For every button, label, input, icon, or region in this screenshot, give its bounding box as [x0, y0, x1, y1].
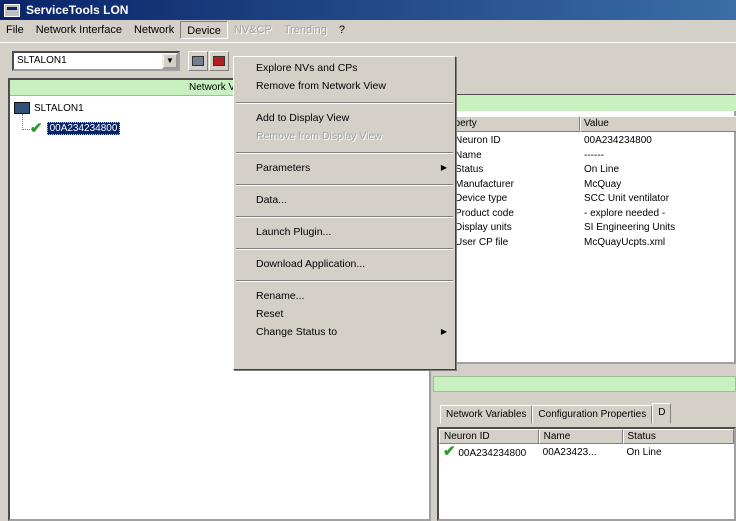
- menu-item-launch-plugin[interactable]: Launch Plugin...: [236, 224, 453, 242]
- property-value: McQuayUcpts.xml: [584, 236, 666, 248]
- open-network-button[interactable]: [188, 51, 208, 71]
- property-key: Manufacturer: [455, 178, 514, 190]
- tree-root-node[interactable]: SLTALON1: [14, 102, 84, 114]
- row-neuron-id-text: 00A234234800: [458, 447, 527, 459]
- menu-trending[interactable]: Trending: [278, 21, 333, 39]
- property-row: Name ------: [435, 149, 736, 164]
- menu-item-change-status-label: Change Status to: [256, 326, 338, 338]
- menu-item-parameters-label: Parameters: [256, 162, 311, 174]
- column-status[interactable]: Status: [622, 429, 734, 444]
- property-row: Manufacturer McQuay: [435, 178, 736, 193]
- close-network-button[interactable]: [209, 51, 229, 71]
- tree-device-label: 00A234234800: [46, 122, 121, 135]
- properties-pane: Property Value Neuron ID 00A234234800 Nam…: [433, 94, 736, 364]
- row-name: 00A23423...: [542, 446, 597, 458]
- network-icon: [192, 56, 204, 66]
- property-row: Device type SCC Unit ventilator: [435, 192, 736, 207]
- menu-bar: File Network Interface Network Device NV…: [0, 20, 736, 40]
- online-check-icon: ✔: [443, 442, 456, 460]
- properties-header-bar: [433, 95, 736, 111]
- menu-item-download-application[interactable]: Download Application...: [236, 256, 453, 274]
- menu-device[interactable]: Device: [180, 21, 228, 39]
- menu-separator: [236, 152, 453, 154]
- menu-help[interactable]: ?: [333, 21, 351, 39]
- menu-item-remove-from-network[interactable]: Remove from Network View: [236, 78, 453, 96]
- window-title: ServiceTools LON: [26, 3, 129, 17]
- menu-item-explore[interactable]: Explore NVs and CPs: [236, 60, 453, 78]
- online-check-icon: ✔: [30, 119, 43, 137]
- property-key: Neuron ID: [455, 135, 501, 146]
- disconnect-icon: [213, 56, 225, 66]
- column-name[interactable]: Name: [538, 429, 623, 444]
- title-bar: ServiceTools LON: [0, 0, 736, 20]
- property-key: Status: [455, 164, 484, 175]
- property-value: - explore needed -: [584, 207, 666, 219]
- submenu-arrow-icon: ▶: [440, 327, 447, 336]
- property-value: SCC Unit ventilator: [584, 193, 670, 204]
- device-list-header: Neuron ID Name Status: [439, 429, 734, 444]
- menu-item-add-to-display[interactable]: Add to Display View: [236, 110, 453, 128]
- menu-item-data[interactable]: Data...: [236, 192, 453, 210]
- tab-configuration-properties[interactable]: Configuration Properties: [532, 405, 653, 424]
- property-key: Device type: [455, 193, 508, 204]
- network-node-icon: [14, 102, 30, 114]
- property-key: User CP file: [455, 236, 509, 248]
- menu-item-parameters[interactable]: Parameters ▶: [236, 160, 453, 178]
- menu-separator: [236, 280, 453, 282]
- menu-network-interface[interactable]: Network Interface: [30, 21, 128, 39]
- property-row: Status On Line: [435, 163, 736, 178]
- property-key: Product code: [455, 207, 514, 219]
- tree-device-node[interactable]: ✔ 00A234234800: [30, 119, 121, 137]
- property-row: Display units SI Engineering Units: [435, 221, 736, 236]
- property-value: ------: [584, 149, 604, 161]
- property-value: 00A234234800: [584, 135, 652, 146]
- device-menu-dropdown: Explore NVs and CPs Remove from Network …: [233, 56, 456, 370]
- menu-network[interactable]: Network: [128, 21, 180, 39]
- network-combo-value: SLTALON1: [17, 55, 67, 66]
- device-list: Neuron ID Name Status ✔ 00A234234800 00A…: [437, 427, 736, 521]
- tree-root-label: SLTALON1: [34, 102, 84, 114]
- submenu-arrow-icon: ▶: [440, 163, 447, 172]
- combo-arrow-icon[interactable]: ▼: [162, 53, 178, 69]
- menu-item-remove-from-display[interactable]: Remove from Display View: [236, 128, 453, 146]
- table-row[interactable]: ✔ 00A234234800 00A23423... On Line: [439, 444, 734, 460]
- menu-separator: [236, 216, 453, 218]
- menu-item-rename[interactable]: Rename...: [236, 288, 453, 306]
- row-neuron-id: ✔ 00A234234800: [439, 442, 539, 460]
- properties-list: Neuron ID 00A234234800 Name ------ Status O…: [435, 134, 736, 250]
- display-view-header-bar: [433, 376, 736, 392]
- column-value[interactable]: Value: [580, 116, 736, 132]
- property-row: Product code - explore needed -: [435, 207, 736, 222]
- property-value: SI Engineering Units: [584, 222, 676, 233]
- properties-header: Property Value: [435, 116, 736, 132]
- app-icon: [4, 3, 20, 17]
- tab-network-variables[interactable]: Network Variables: [440, 405, 533, 424]
- menu-item-reset[interactable]: Reset: [236, 306, 453, 324]
- bottom-tabs: Network Variables Configuration Properti…: [440, 403, 672, 424]
- menu-nv-cp[interactable]: NV&CP: [228, 21, 278, 39]
- property-row: Neuron ID 00A234234800: [435, 134, 736, 149]
- menu-separator: [236, 184, 453, 186]
- menu-file[interactable]: File: [0, 21, 30, 39]
- row-status: On Line: [626, 446, 662, 458]
- menu-item-change-status[interactable]: Change Status to ▶: [236, 324, 453, 342]
- tab-devices[interactable]: D: [652, 403, 672, 424]
- property-row: User CP file McQuayUcpts.xml: [435, 236, 736, 251]
- property-value: On Line: [584, 164, 620, 175]
- menu-separator: [236, 248, 453, 250]
- menu-separator: [236, 102, 453, 104]
- property-key: Name: [455, 149, 482, 161]
- property-key: Display units: [455, 222, 512, 233]
- property-value: McQuay: [584, 178, 622, 190]
- column-property[interactable]: Property: [435, 116, 580, 132]
- network-combo[interactable]: SLTALON1 ▼: [12, 51, 180, 71]
